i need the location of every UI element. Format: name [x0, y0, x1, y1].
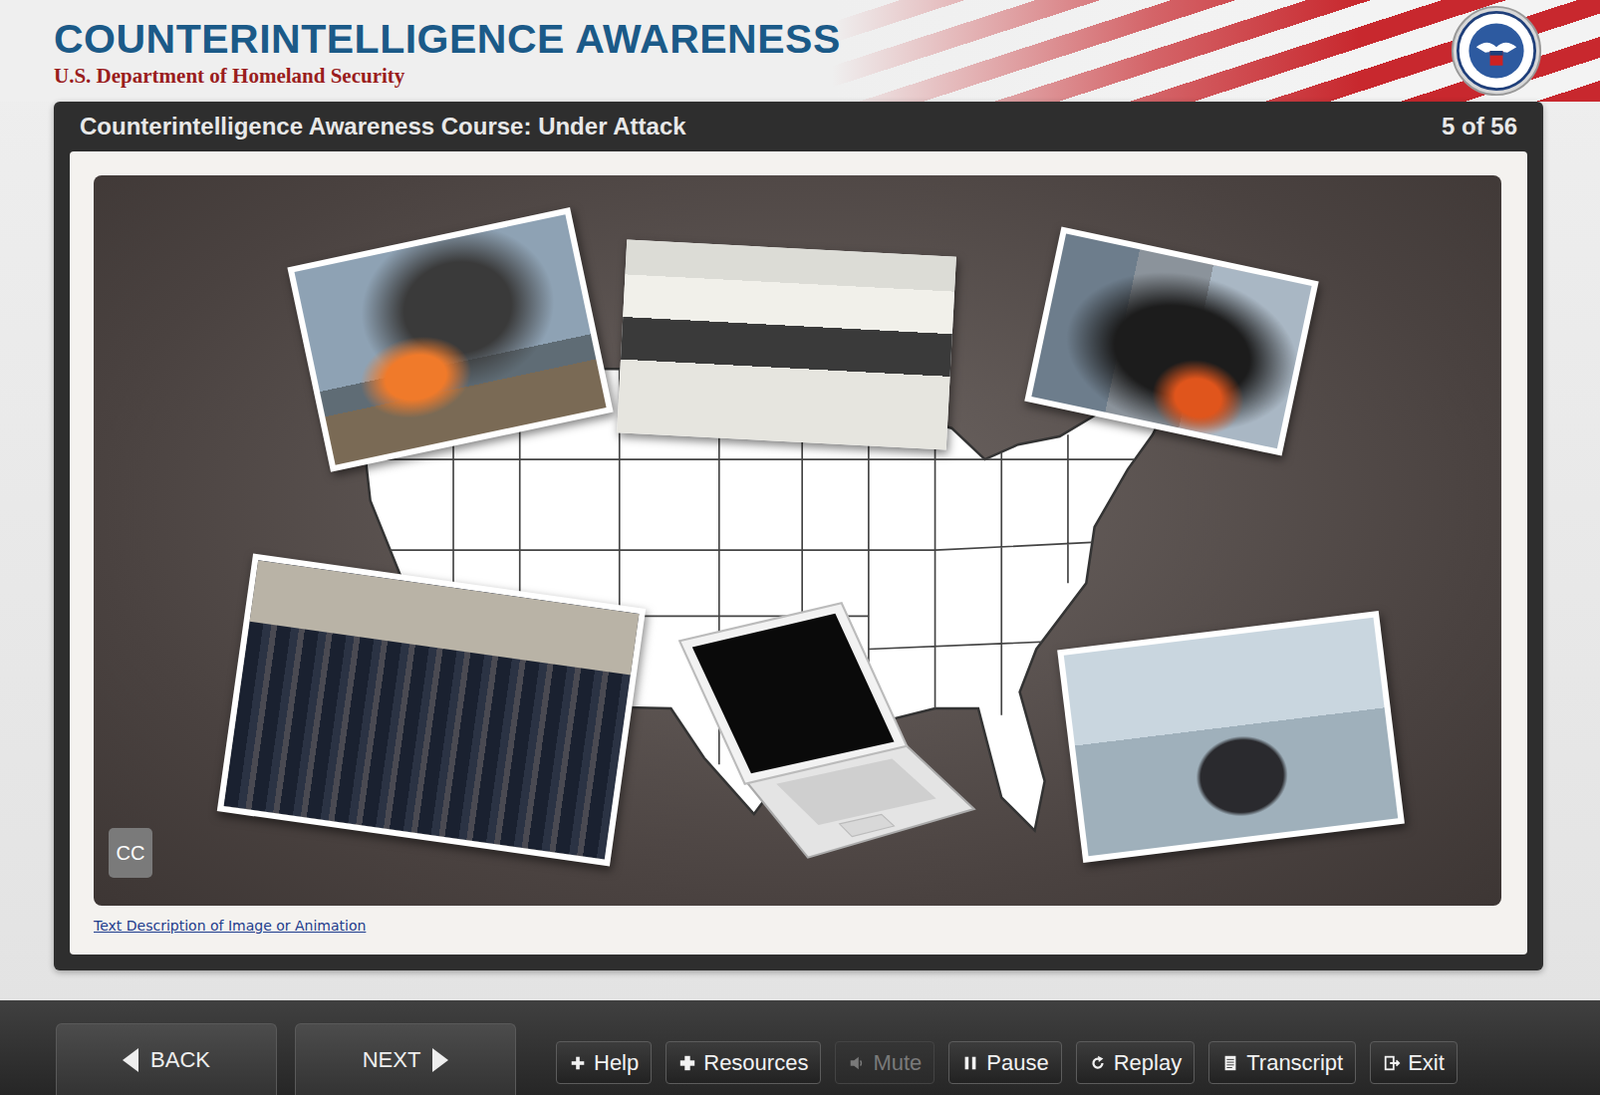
exit-icon — [1382, 1054, 1401, 1072]
officers-photo — [217, 553, 647, 867]
control-button[interactable]: Transcript — [1208, 1041, 1356, 1084]
course-title: Counterintelligence Awareness Course: Un… — [79, 112, 687, 141]
document-icon — [1221, 1054, 1240, 1072]
replay-icon — [1088, 1054, 1107, 1072]
control-button[interactable]: Exit — [1369, 1041, 1458, 1084]
speaker-icon — [847, 1054, 866, 1072]
control-button[interactable]: Help — [555, 1041, 652, 1084]
back-button[interactable]: BACK — [55, 1023, 277, 1095]
course-title-bar: Counterintelligence Awareness Course: Un… — [53, 101, 1544, 152]
closed-captions-button[interactable]: CC — [108, 827, 153, 878]
control-button[interactable]: Replay — [1075, 1041, 1195, 1084]
newspaper-photo — [616, 239, 956, 450]
next-button[interactable]: NEXT — [294, 1023, 517, 1095]
site-title: COUNTERINTELLIGENCE AWARENESS — [53, 18, 841, 60]
control-button[interactable]: Mute — [834, 1041, 935, 1084]
back-arrow-icon — [122, 1048, 139, 1072]
control-button[interactable]: Resources — [665, 1041, 821, 1084]
brand: COUNTERINTELLIGENCE AWARENESS U.S. Depar… — [53, 12, 841, 89]
pause-icon — [961, 1054, 980, 1072]
laptop-icon — [656, 598, 981, 862]
next-arrow-icon — [432, 1048, 449, 1072]
office-workers-photo — [1057, 610, 1405, 863]
bold-plus-icon — [678, 1054, 697, 1072]
dhs-seal-icon — [1450, 4, 1543, 97]
control-bar: BACK NEXT Help Resources Mute Pause Repl… — [0, 1000, 1600, 1095]
building-fire-photo — [1024, 226, 1320, 456]
course-window: COUNTERINTELLIGENCE AWARENESS U.S. Depar… — [0, 0, 1600, 1095]
course-frame: Counterintelligence Awareness Course: Un… — [53, 101, 1544, 971]
text-description-link[interactable]: Text Description of Image or Animation — [93, 917, 1502, 934]
header: COUNTERINTELLIGENCE AWARENESS U.S. Depar… — [0, 0, 1600, 102]
content-area: CC Text Description of Image or Animatio… — [69, 151, 1528, 955]
control-button[interactable]: Pause — [948, 1041, 1062, 1084]
page-counter: 5 of 56 — [1441, 112, 1518, 141]
slide-stage: CC — [93, 175, 1502, 906]
plus-icon — [568, 1054, 587, 1072]
player-controls: Help Resources Mute Pause Replay Transcr… — [555, 1041, 1458, 1084]
site-subtitle: U.S. Department of Homeland Security — [53, 63, 841, 89]
